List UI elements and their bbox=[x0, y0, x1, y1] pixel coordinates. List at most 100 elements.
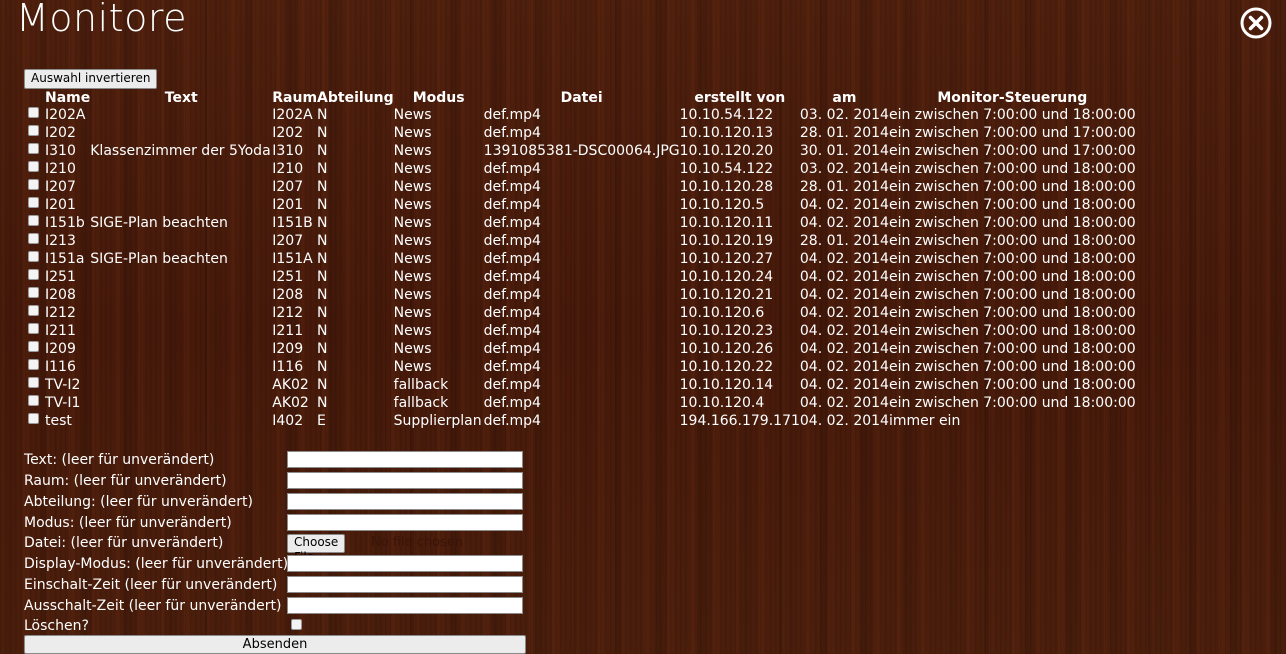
einschalt-input[interactable] bbox=[287, 576, 523, 593]
cell-monitor-steuerung: ein zwischen 7:00:00 und 18:00:00 bbox=[888, 107, 1136, 123]
display-modus-input[interactable] bbox=[287, 555, 523, 572]
cell-raum: I209 bbox=[272, 341, 304, 357]
row-select-checkbox[interactable] bbox=[28, 125, 39, 136]
cell-am: 03. 02. 2014 bbox=[799, 161, 889, 177]
table-row: test I402 E Supplierplan def.mp4 194.166.179.… bbox=[24, 412, 1136, 430]
close-circle-icon bbox=[1240, 7, 1272, 39]
row-select-checkbox[interactable] bbox=[28, 323, 39, 334]
cell-erstellt-von: 10.10.120.11 bbox=[679, 215, 774, 231]
row-select-checkbox[interactable] bbox=[28, 233, 39, 244]
cell-raum: I310 bbox=[272, 143, 304, 159]
choose-file-button[interactable]: Choose File bbox=[287, 534, 346, 564]
cell-monitor-steuerung: ein zwischen 7:00:00 und 18:00:00 bbox=[888, 395, 1136, 411]
abteilung-label: Abteilung: (leer für unverändert) bbox=[24, 494, 253, 510]
cell-name: I212 bbox=[24, 304, 90, 322]
cell-erstellt-von: 10.10.120.21 bbox=[679, 287, 774, 303]
cell-monitor-steuerung: ein zwischen 7:00:00 und 18:00:00 bbox=[888, 323, 1136, 339]
row-select-checkbox[interactable] bbox=[28, 215, 39, 226]
row-name-text: I209 bbox=[45, 341, 76, 357]
cell-monitor-steuerung: ein zwischen 7:00:00 und 18:00:00 bbox=[888, 161, 1136, 177]
text-label: Text: (leer für unverändert) bbox=[24, 452, 215, 468]
submit-button[interactable]: Absenden bbox=[24, 635, 526, 654]
table-row: I201 I201 N News def.mp4 10.10.120.5 04. 02. 2… bbox=[24, 196, 1136, 214]
abteilung-input[interactable] bbox=[287, 493, 523, 510]
close-button[interactable] bbox=[1240, 7, 1272, 39]
cell-modus: News bbox=[393, 269, 432, 285]
cell-datei: def.mp4 bbox=[483, 251, 541, 267]
row-name-text: I207 bbox=[45, 179, 76, 195]
modus-input[interactable] bbox=[287, 514, 523, 531]
cell-monitor-steuerung: ein zwischen 7:00:00 und 18:00:00 bbox=[888, 287, 1136, 303]
cell-raum: I207 bbox=[272, 179, 304, 195]
row-select-checkbox[interactable] bbox=[28, 413, 39, 424]
row-select-checkbox[interactable] bbox=[28, 341, 39, 352]
cell-datei: def.mp4 bbox=[483, 197, 541, 213]
row-select-checkbox[interactable] bbox=[28, 287, 39, 298]
column-header-monitor-steuerung: Monitor-Steuerung bbox=[937, 89, 1088, 106]
row-select-checkbox[interactable] bbox=[28, 179, 39, 190]
row-select-checkbox[interactable] bbox=[28, 359, 39, 370]
page-title: Monitore bbox=[16, 0, 187, 40]
cell-datei: def.mp4 bbox=[483, 233, 541, 249]
cell-text bbox=[90, 196, 272, 214]
cell-erstellt-von: 10.10.120.14 bbox=[679, 377, 774, 393]
row-select-checkbox[interactable] bbox=[28, 107, 39, 118]
cell-text: SIGE-Plan beachten bbox=[90, 215, 228, 231]
cell-name: I202A bbox=[24, 106, 90, 124]
table-row: TV-I1 AK02 Nfallback def.mp4 10.10.120.4 04. … bbox=[24, 394, 1136, 412]
cell-modus: News bbox=[393, 107, 432, 123]
cell-abteilung: N bbox=[317, 323, 328, 339]
table-row: I116 I116 N News def.mp4 10.10.120.22 04. 02. … bbox=[24, 358, 1136, 376]
row-select-checkbox[interactable] bbox=[28, 395, 39, 406]
cell-datei: def.mp4 bbox=[483, 341, 541, 357]
cell-text bbox=[90, 322, 272, 340]
cell-modus: News bbox=[393, 323, 432, 339]
row-select-checkbox[interactable] bbox=[28, 161, 39, 172]
row-select-checkbox[interactable] bbox=[28, 305, 39, 316]
cell-am: 04. 02. 2014 bbox=[799, 287, 889, 303]
cell-raum: I251 bbox=[272, 269, 304, 285]
row-select-checkbox[interactable] bbox=[28, 269, 39, 280]
cell-monitor-steuerung: immer ein bbox=[888, 413, 961, 429]
cell-erstellt-von: 10.10.54.122 bbox=[679, 107, 774, 123]
cell-datei: def.mp4 bbox=[483, 359, 541, 375]
delete-checkbox[interactable] bbox=[291, 619, 302, 630]
cell-datei: def.mp4 bbox=[483, 305, 541, 321]
cell-am: 28. 01. 2014 bbox=[799, 233, 889, 249]
cell-raum: AK02 bbox=[272, 395, 309, 411]
cell-erstellt-von: 10.10.120.13 bbox=[679, 125, 774, 141]
cell-name: I151b bbox=[24, 214, 90, 232]
cell-modus: News bbox=[393, 359, 432, 375]
cell-abteilung: N bbox=[317, 377, 328, 393]
cell-am: 30. 01. 2014 bbox=[799, 143, 889, 159]
cell-monitor-steuerung: ein zwischen 7:00:00 und 18:00:00 bbox=[888, 305, 1136, 321]
cell-modus: News bbox=[393, 161, 432, 177]
row-name-text: I208 bbox=[45, 287, 76, 303]
cell-am: 28. 01. 2014 bbox=[799, 179, 889, 195]
raum-input[interactable] bbox=[287, 472, 523, 489]
cell-datei: def.mp4 bbox=[483, 287, 541, 303]
row-select-checkbox[interactable] bbox=[28, 143, 39, 154]
cell-name: I213 bbox=[24, 232, 90, 250]
cell-raum: I151A bbox=[272, 251, 313, 267]
cell-name: I208 bbox=[24, 286, 90, 304]
cell-raum: I212 bbox=[272, 305, 304, 321]
row-select-checkbox[interactable] bbox=[28, 377, 39, 388]
cell-raum: I402 bbox=[272, 413, 304, 429]
cell-am: 04. 02. 2014 bbox=[799, 413, 889, 429]
ausschalt-input[interactable] bbox=[287, 597, 523, 614]
invert-selection-button[interactable]: Auswahl invertieren bbox=[24, 69, 158, 89]
cell-datei: def.mp4 bbox=[483, 413, 541, 429]
row-select-checkbox[interactable] bbox=[28, 197, 39, 208]
text-input[interactable] bbox=[287, 451, 523, 468]
cell-abteilung: N bbox=[317, 233, 328, 249]
cell-abteilung: N bbox=[317, 125, 328, 141]
cell-erstellt-von: 10.10.120.4 bbox=[679, 395, 765, 411]
cell-erstellt-von: 10.10.120.20 bbox=[679, 143, 774, 159]
row-select-checkbox[interactable] bbox=[28, 251, 39, 262]
cell-am: 04. 02. 2014 bbox=[799, 269, 889, 285]
monitor-table: Name Text Raum Abteilung Modus Datei ers… bbox=[24, 89, 1136, 430]
cell-am: 04. 02. 2014 bbox=[799, 395, 889, 411]
cell-erstellt-von: 10.10.120.23 bbox=[679, 323, 774, 339]
cell-modus: News bbox=[393, 341, 432, 357]
